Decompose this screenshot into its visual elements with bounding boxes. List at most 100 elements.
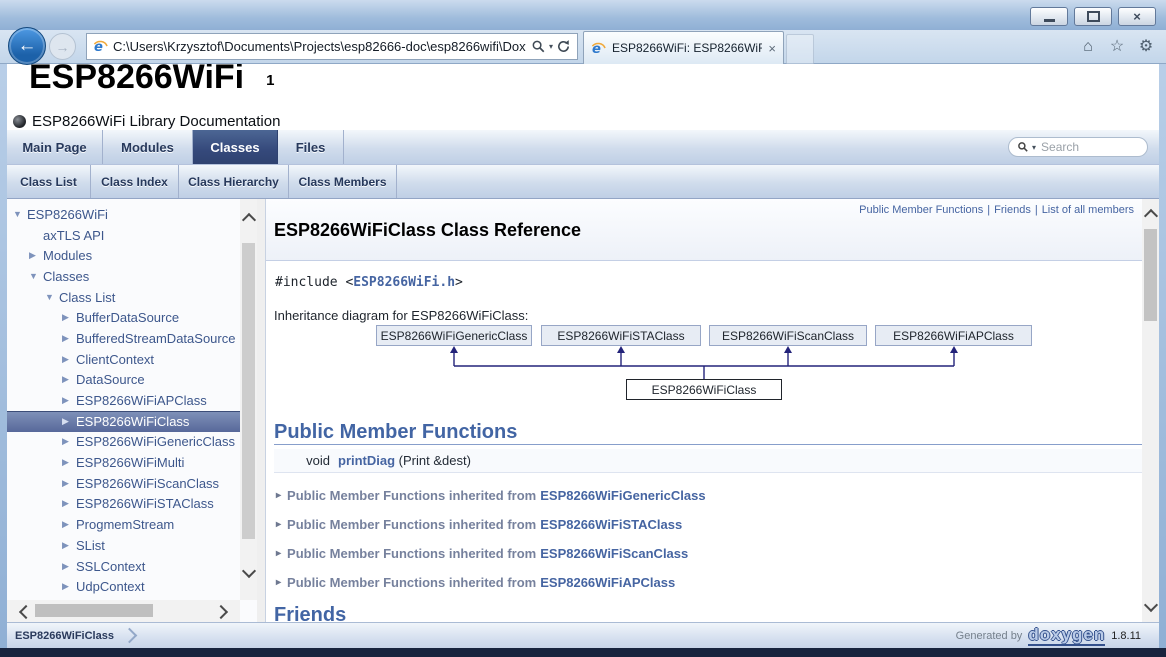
sidebar-item-bufferdatasource[interactable]: ▶BufferDataSource bbox=[7, 307, 240, 328]
sidebar-item-datasource[interactable]: ▶DataSource bbox=[7, 370, 240, 391]
sidebar-item-sslcontext[interactable]: ▶SSLContext bbox=[7, 556, 240, 577]
include-file-link[interactable]: ESP8266WiFi.h bbox=[353, 275, 455, 290]
forward-button[interactable]: → bbox=[49, 33, 76, 60]
chevron-right-icon[interactable]: ▶ bbox=[62, 581, 76, 592]
sidebar-item-esp8266wifi[interactable]: ▼ESP8266WiFi bbox=[7, 204, 240, 225]
nav-tree: ▼ESP8266WiFiaxTLS API▶Modules▼Classes▼Cl… bbox=[7, 204, 240, 597]
sidebar-item-modules[interactable]: ▶Modules bbox=[7, 245, 240, 266]
scrollbar-thumb[interactable] bbox=[1144, 229, 1157, 321]
scroll-up-icon[interactable] bbox=[242, 213, 256, 227]
refresh-icon[interactable] bbox=[556, 39, 571, 54]
subtab-class-list[interactable]: Class List bbox=[7, 165, 91, 198]
sidebar-vertical-scrollbar[interactable] bbox=[240, 199, 257, 600]
url-text[interactable]: C:\Users\Krzysztof\Documents\Projects\es… bbox=[113, 39, 526, 54]
new-tab-button[interactable] bbox=[786, 34, 814, 64]
favorites-star-icon[interactable]: ☆ bbox=[1107, 37, 1127, 57]
breadcrumb[interactable]: ESP8266WiFiClass bbox=[15, 630, 114, 642]
restore-button[interactable] bbox=[1074, 7, 1112, 26]
doxygen-version: 1.8.11 bbox=[1111, 630, 1141, 642]
scroll-left-icon[interactable] bbox=[19, 605, 33, 619]
chevron-down-icon[interactable]: ▼ bbox=[13, 209, 27, 219]
inherited-section-esp8266wifiscanclass[interactable]: ▸Public Member Functions inherited from … bbox=[276, 543, 688, 563]
search-icon[interactable] bbox=[531, 39, 546, 54]
scroll-right-icon[interactable] bbox=[214, 605, 228, 619]
sidebar-item-esp8266wifigenericclass[interactable]: ▶ESP8266WiFiGenericClass bbox=[7, 432, 240, 453]
scroll-down-icon[interactable] bbox=[1144, 598, 1158, 612]
inherited-section-esp8266wifigenericclass[interactable]: ▸Public Member Functions inherited from … bbox=[276, 485, 706, 505]
search-input[interactable] bbox=[1039, 139, 1139, 155]
tab-classes[interactable]: Classes bbox=[193, 130, 278, 164]
subtab-class-hierarchy[interactable]: Class Hierarchy bbox=[179, 165, 289, 198]
sidebar-item-esp8266wifiscanclass[interactable]: ▶ESP8266WiFiScanClass bbox=[7, 473, 240, 494]
summary-link-friends[interactable]: Friends bbox=[994, 204, 1031, 216]
chevron-right-icon[interactable]: ▶ bbox=[62, 416, 76, 427]
sidebar-item-progmemstream[interactable]: ▶ProgmemStream bbox=[7, 514, 240, 535]
sidebar-item-class-list[interactable]: ▼Class List bbox=[7, 287, 240, 308]
summary-link-public-member-functions[interactable]: Public Member Functions bbox=[859, 204, 983, 216]
chevron-down-icon[interactable]: ▼ bbox=[45, 292, 59, 302]
chevron-right-icon[interactable]: ▶ bbox=[62, 561, 76, 572]
tab-modules[interactable]: Modules bbox=[103, 130, 193, 164]
scroll-up-icon[interactable] bbox=[1144, 209, 1158, 223]
close-button[interactable]: × bbox=[1118, 7, 1156, 26]
sidebar-item-bufferedstreamdatasource[interactable]: ▶BufferedStreamDataSource bbox=[7, 328, 240, 349]
chevron-right-icon[interactable]: ▶ bbox=[62, 478, 76, 489]
chevron-right-icon[interactable]: ▶ bbox=[62, 354, 76, 365]
home-icon[interactable]: ⌂ bbox=[1078, 37, 1098, 57]
inherited-section-esp8266wifiapclass[interactable]: ▸Public Member Functions inherited from … bbox=[276, 572, 675, 592]
scroll-down-icon[interactable] bbox=[242, 564, 256, 578]
chevron-right-icon[interactable]: ▶ bbox=[62, 519, 76, 530]
search-dropdown-icon[interactable]: ▾ bbox=[549, 42, 553, 51]
content-vertical-scrollbar[interactable] bbox=[1142, 199, 1159, 622]
inherited-class-link[interactable]: ESP8266WiFiGenericClass bbox=[540, 488, 705, 503]
diagram-box-esp8266wifigenericclass[interactable]: ESP8266WiFiGenericClass bbox=[376, 325, 532, 346]
sidebar-horizontal-scrollbar[interactable] bbox=[7, 600, 240, 622]
settings-gear-icon[interactable]: ⚙ bbox=[1136, 37, 1156, 57]
summary-separator: | bbox=[1035, 204, 1038, 216]
chevron-right-icon[interactable]: ▶ bbox=[62, 436, 76, 447]
inherited-section-esp8266wifistaclass[interactable]: ▸Public Member Functions inherited from … bbox=[276, 514, 682, 534]
sidebar-item-esp8266wifimulti[interactable]: ▶ESP8266WiFiMulti bbox=[7, 452, 240, 473]
sidebar-item-slist[interactable]: ▶SList bbox=[7, 535, 240, 556]
sidebar-item-esp8266wificlass[interactable]: ▶ESP8266WiFiClass bbox=[7, 411, 240, 432]
sidebar-item-axtls-api[interactable]: axTLS API bbox=[7, 225, 240, 246]
chevron-right-icon[interactable]: ▶ bbox=[62, 374, 76, 385]
tab-close-icon[interactable]: × bbox=[768, 41, 776, 56]
splitter-handle[interactable] bbox=[257, 199, 265, 622]
chevron-right-icon[interactable]: ▶ bbox=[62, 457, 76, 468]
browser-tab[interactable]: e ESP8266WiFi: ESP8266WiFi... × bbox=[583, 31, 784, 64]
chevron-right-icon[interactable]: ▶ bbox=[62, 395, 76, 406]
diagram-box-esp8266wifiapclass[interactable]: ESP8266WiFiAPClass bbox=[875, 325, 1032, 346]
search-filter-caret-icon[interactable]: ▾ bbox=[1032, 143, 1036, 152]
summary-link-list-of-all-members[interactable]: List of all members bbox=[1042, 204, 1134, 216]
subtab-class-members[interactable]: Class Members bbox=[289, 165, 397, 198]
diagram-box-esp8266wifistaclass[interactable]: ESP8266WiFiSTAClass bbox=[541, 325, 701, 346]
sidebar-item-clientcontext[interactable]: ▶ClientContext bbox=[7, 349, 240, 370]
chevron-right-icon[interactable]: ▶ bbox=[29, 250, 43, 261]
chevron-right-icon[interactable]: ▶ bbox=[62, 312, 76, 323]
chevron-right-icon[interactable]: ▶ bbox=[62, 333, 76, 344]
back-button[interactable]: ← bbox=[8, 27, 46, 65]
tab-files[interactable]: Files bbox=[278, 130, 344, 164]
main-tabs: Main PageModulesClassesFiles bbox=[7, 130, 1159, 165]
sidebar-item-udpcontext[interactable]: ▶UdpContext bbox=[7, 576, 240, 597]
scrollbar-thumb[interactable] bbox=[35, 604, 153, 617]
sidebar-item-esp8266wifiapclass[interactable]: ▶ESP8266WiFiAPClass bbox=[7, 390, 240, 411]
doxygen-logo[interactable]: doxygen bbox=[1028, 626, 1105, 646]
subtab-class-index[interactable]: Class Index bbox=[91, 165, 179, 198]
chevron-right-icon[interactable]: ▶ bbox=[62, 498, 76, 509]
doc-search-box[interactable]: ▾ bbox=[1008, 137, 1148, 157]
minimize-button[interactable] bbox=[1030, 7, 1068, 26]
diagram-box-esp8266wifiscanclass[interactable]: ESP8266WiFiScanClass bbox=[709, 325, 867, 346]
inherited-class-link[interactable]: ESP8266WiFiAPClass bbox=[540, 575, 675, 590]
chevron-right-icon[interactable]: ▶ bbox=[62, 540, 76, 551]
tab-main-page[interactable]: Main Page bbox=[7, 130, 103, 164]
chevron-down-icon[interactable]: ▼ bbox=[29, 271, 43, 281]
member-name-link[interactable]: printDiag bbox=[338, 453, 395, 468]
scrollbar-thumb[interactable] bbox=[242, 243, 255, 539]
inherited-class-link[interactable]: ESP8266WiFiScanClass bbox=[540, 546, 688, 561]
inherited-class-link[interactable]: ESP8266WiFiSTAClass bbox=[540, 517, 682, 532]
sidebar-item-esp8266wifistaclass[interactable]: ▶ESP8266WiFiSTAClass bbox=[7, 494, 240, 515]
address-bar[interactable]: e C:\Users\Krzysztof\Documents\Projects\… bbox=[86, 33, 578, 60]
sidebar-item-classes[interactable]: ▼Classes bbox=[7, 266, 240, 287]
